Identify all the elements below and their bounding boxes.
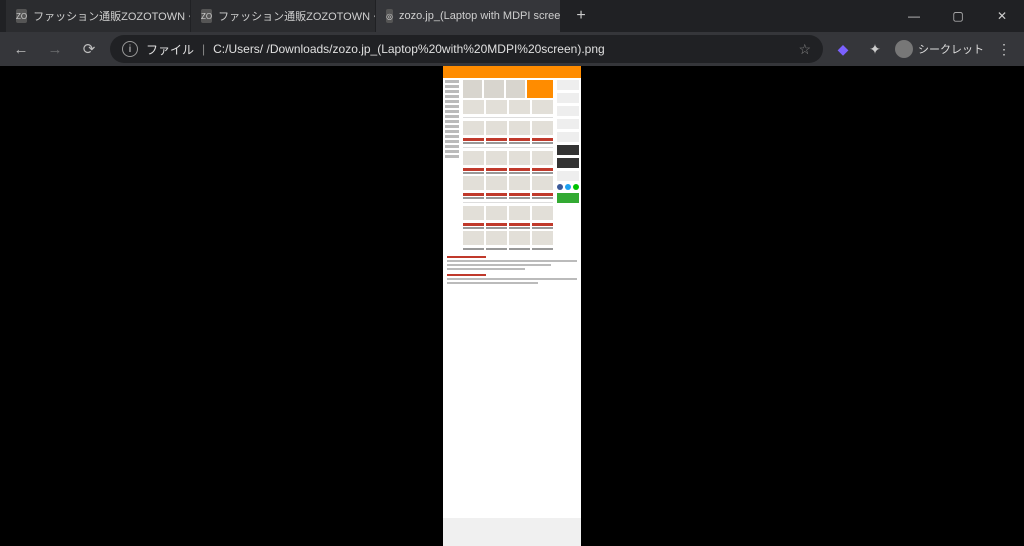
tab-3[interactable]: ◎ zozo.jp_(Laptop with MDPI scree ×	[376, 0, 561, 32]
incognito-indicator[interactable]: シークレット	[895, 40, 984, 58]
tab-strip: ZO ファッション通販ZOZOTOWN・セール × ZO ファッション通販ZOZ…	[0, 0, 561, 32]
content-viewport	[0, 66, 1024, 546]
reload-button[interactable]: ⟳	[76, 36, 102, 62]
extension-icon[interactable]: ◆	[831, 37, 855, 61]
favicon-icon: ZO	[16, 9, 27, 23]
favicon-icon: ZO	[201, 9, 212, 23]
favicon-icon: ◎	[386, 9, 393, 23]
forward-button[interactable]: →	[42, 36, 68, 62]
tab-title: ファッション通販ZOZOTOWN・セール	[218, 8, 376, 24]
tab-1[interactable]: ZO ファッション通販ZOZOTOWN・セール ×	[6, 0, 191, 32]
close-window-button[interactable]: ✕	[980, 0, 1024, 32]
site-info-icon[interactable]: i	[122, 41, 138, 57]
incognito-label: シークレット	[918, 41, 984, 57]
menu-button[interactable]: ⋮	[992, 37, 1016, 61]
incognito-icon	[895, 40, 913, 58]
minimize-button[interactable]: —	[892, 0, 936, 32]
tab-title: ファッション通販ZOZOTOWN・セール	[33, 8, 191, 24]
bookmark-star-icon[interactable]: ☆	[798, 41, 811, 58]
tab-title: zozo.jp_(Laptop with MDPI scree	[399, 10, 560, 22]
displayed-image	[443, 66, 581, 546]
new-tab-button[interactable]: +	[567, 2, 595, 30]
maximize-button[interactable]: ▢	[936, 0, 980, 32]
tab-2[interactable]: ZO ファッション通販ZOZOTOWN・セール ×	[191, 0, 376, 32]
extensions-puzzle-icon[interactable]: ✦	[863, 37, 887, 61]
address-bar[interactable]: i ファイル | C:/Users/ /Downloads/zozo.jp_(L…	[110, 35, 823, 63]
back-button[interactable]: ←	[8, 36, 34, 62]
url-text: C:/Users/ /Downloads/zozo.jp_(Laptop%20w…	[213, 42, 605, 56]
file-scheme-label: ファイル	[146, 41, 194, 58]
browser-toolbar: ← → ⟳ i ファイル | C:/Users/ /Downloads/zozo…	[0, 32, 1024, 66]
